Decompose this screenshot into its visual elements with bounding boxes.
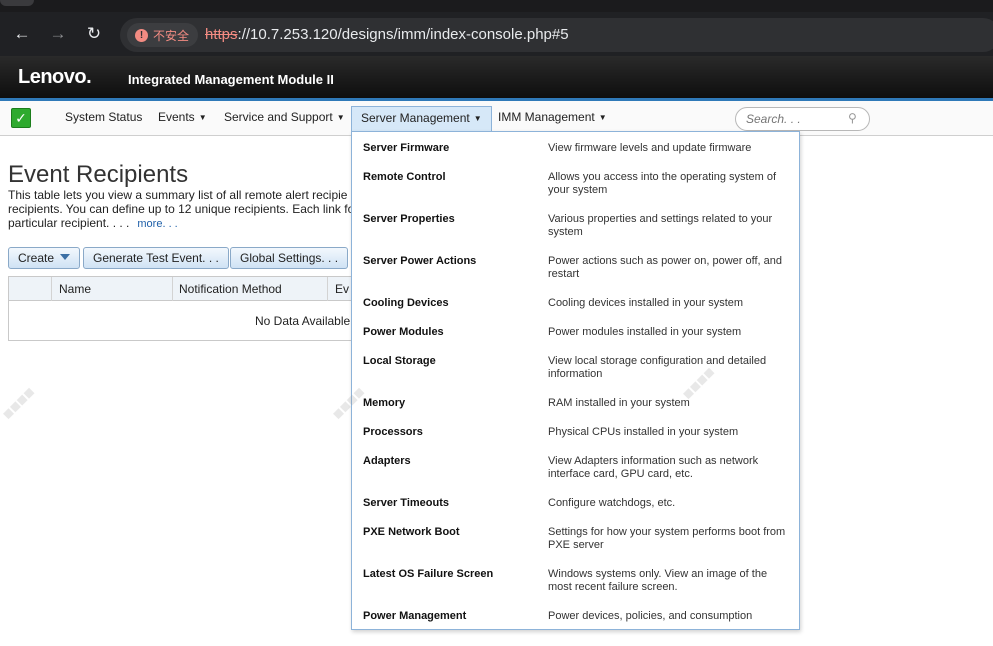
app-header: Lenovo. Integrated Management Module II: [0, 56, 993, 98]
nav-server-management[interactable]: Server Management ▼: [351, 106, 492, 132]
menu-item-title[interactable]: Power Modules: [363, 326, 444, 338]
menu-item-title[interactable]: Server Power Actions: [363, 255, 476, 267]
menu-item-desc: Settings for how your system performs bo…: [548, 526, 786, 551]
nav-label: Service and Support: [224, 110, 333, 124]
create-label: Create: [18, 251, 55, 265]
system-ok-icon[interactable]: ✓: [11, 108, 31, 128]
url-path: ://10.7.253.120/designs/imm/index-consol…: [237, 26, 569, 43]
column-divider: [327, 277, 328, 301]
address-bar[interactable]: ! 不安全 https://10.7.253.120/designs/imm/i…: [120, 18, 993, 52]
recipients-table: Name Notification Method Ev No Data Avai…: [8, 276, 353, 341]
description-line: recipients. You can define up to 12 uniq…: [8, 202, 353, 216]
create-button[interactable]: Create: [8, 247, 81, 269]
menu-item-title[interactable]: Processors: [363, 426, 423, 438]
server-management-menu: Server Firmware View firmware levels and …: [351, 131, 800, 630]
description-line: This table lets you view a summary list …: [8, 188, 348, 202]
forward-icon[interactable]: →: [46, 22, 70, 46]
description-line-last: particular recipient. . . . more. . .: [8, 216, 353, 231]
security-label: 不安全: [153, 28, 190, 43]
menu-item-desc: RAM installed in your system: [548, 397, 690, 409]
nav-service-support[interactable]: Service and Support ▼: [224, 110, 345, 124]
empty-message: No Data Available: [255, 314, 351, 328]
chevron-down-icon: [60, 254, 71, 260]
global-settings-button[interactable]: Global Settings. . .: [230, 247, 349, 269]
warning-icon: !: [135, 28, 148, 42]
product-name: Integrated Management Module II: [128, 72, 334, 87]
nav-label: IMM Management: [498, 110, 595, 124]
chevron-down-icon: ▼: [473, 114, 482, 123]
description-text: particular recipient. . . .: [8, 216, 130, 230]
menu-item-desc: View firmware levels and update firmware: [548, 142, 752, 154]
menu-item-desc: Configure watchdogs, etc.: [548, 497, 676, 509]
global-label: Global Settings. . .: [240, 251, 339, 265]
tab-strip: [0, 0, 993, 12]
menu-item-desc: Allows you access into the operating sys…: [548, 171, 777, 196]
nav-label: Server Management: [361, 111, 470, 125]
menu-item-desc: Power modules installed in your system: [548, 326, 742, 338]
column-divider: [51, 277, 52, 301]
browser-toolbar: ← → ↻ ! 不安全 https://10.7.253.120/designs…: [0, 0, 993, 56]
menu-item-desc: Power actions such as power on, power of…: [548, 255, 782, 280]
search-input[interactable]: [746, 112, 846, 126]
table-header: Name Notification Method Ev: [9, 277, 352, 301]
menu-item-desc: Windows systems only. View an image of t…: [548, 568, 768, 593]
menu-item-desc: Cooling devices installed in your system: [548, 297, 744, 309]
menu-item-title[interactable]: Cooling Devices: [363, 297, 449, 309]
column-header-notification-method[interactable]: Notification Method: [179, 282, 282, 296]
menu-item-desc: Various properties and settings related …: [548, 213, 773, 238]
search-icon[interactable]: ⚲: [848, 111, 862, 125]
menu-item-title[interactable]: Power Management: [363, 610, 466, 622]
chevron-down-icon: ▼: [336, 113, 345, 122]
menu-item-title[interactable]: Server Timeouts: [363, 497, 449, 509]
menu-item-title[interactable]: Server Firmware: [363, 142, 449, 154]
chevron-down-icon: ▼: [598, 113, 607, 122]
generate-test-event-button[interactable]: Generate Test Event. . .: [83, 247, 229, 269]
menu-item-title[interactable]: Local Storage: [363, 355, 436, 367]
menu-item-title[interactable]: Memory: [363, 397, 405, 409]
generate-label: Generate Test Event. . .: [93, 251, 219, 265]
menu-item-title[interactable]: Latest OS Failure Screen: [363, 568, 493, 580]
watermark: ■■■■: [0, 383, 39, 424]
nav-system-status[interactable]: System Status: [65, 110, 142, 124]
chevron-down-icon: ▼: [198, 113, 207, 122]
column-divider: [172, 277, 173, 301]
column-header-events[interactable]: Ev: [335, 282, 349, 296]
more-link[interactable]: more. . .: [137, 218, 177, 230]
menu-item-desc: Power devices, policies, and consumption: [548, 610, 753, 622]
url-text[interactable]: https://10.7.253.120/designs/imm/index-c…: [205, 26, 569, 43]
page-title: Event Recipients: [8, 161, 189, 188]
back-icon[interactable]: ←: [10, 22, 34, 46]
nav-imm-management[interactable]: IMM Management ▼: [498, 110, 607, 124]
menu-item-title[interactable]: Remote Control: [363, 171, 446, 183]
browser-tab[interactable]: [0, 0, 34, 6]
menu-item-title[interactable]: PXE Network Boot: [363, 526, 460, 538]
security-chip[interactable]: ! 不安全: [127, 23, 199, 47]
page-description: This table lets you view a summary list …: [8, 188, 353, 232]
menu-item-title[interactable]: Server Properties: [363, 213, 455, 225]
menu-item-desc: View Adapters information such as networ…: [548, 455, 759, 480]
nav-events[interactable]: Events ▼: [158, 110, 207, 124]
reload-icon[interactable]: ↻: [82, 22, 106, 46]
column-header-name[interactable]: Name: [59, 282, 91, 296]
menu-item-desc: View local storage configuration and det…: [548, 355, 767, 380]
menu-item-title[interactable]: Adapters: [363, 455, 411, 467]
search-box[interactable]: ⚲: [735, 107, 870, 131]
lenovo-logo: Lenovo.: [18, 66, 92, 88]
url-scheme: https: [205, 26, 238, 43]
nav-label: Events: [158, 110, 195, 124]
nav-label: System Status: [65, 110, 143, 124]
menu-item-desc: Physical CPUs installed in your system: [548, 426, 739, 438]
